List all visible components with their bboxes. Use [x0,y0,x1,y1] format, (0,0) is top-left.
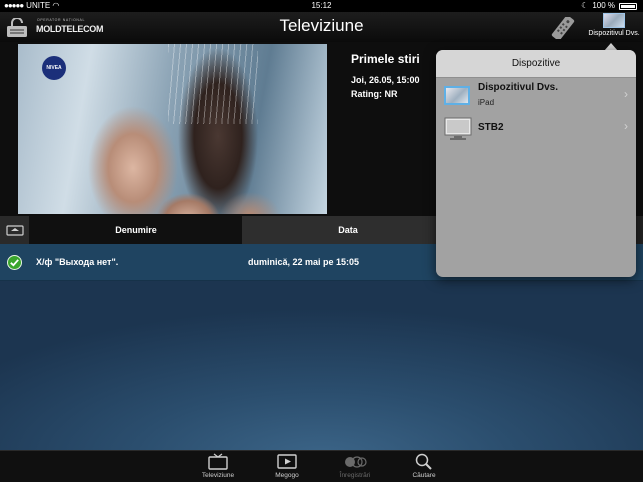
chevron-right-icon: › [624,119,628,133]
status-right: ☾ 100 % [581,0,637,12]
search-icon [415,453,432,470]
column-header-date[interactable]: Data [242,216,454,244]
status-time: 15:12 [311,1,332,10]
checkmark-icon [7,255,22,270]
devices-popover: Dispozitive Dispozitivul Dvs. iPad › STB… [436,50,636,277]
popover-title: Dispozitive [436,50,636,78]
chevron-right-icon: › [624,87,628,101]
ipad-icon [444,86,470,105]
program-date: Joi, 26.05, 15:00 [351,75,420,85]
battery-percent: 100 % [592,1,615,10]
video-player[interactable]: NIVEA [18,44,327,214]
remote-control-icon[interactable] [548,17,578,39]
moon-icon: ☾ [581,1,589,10]
device-name: STB2 [478,122,504,133]
program-rating: Rating: NR [351,89,398,99]
tab-megogo[interactable]: Megogo [259,453,315,479]
collapse-button[interactable] [0,216,30,244]
device-type: iPad [478,98,495,107]
tab-label: Televiziune [201,472,235,479]
tab-inregistrari[interactable]: Înregistrări [327,453,383,479]
column-header-name[interactable]: Denumire [30,216,242,244]
app-header: OPERATOR NAȚIONAL MOLDTELECOM Televiziun… [0,12,643,42]
tab-cautare[interactable]: Căutare [396,453,452,479]
device-selector-button[interactable]: Dispozitivul Dvs. [586,12,642,42]
eject-icon [6,225,24,236]
tab-label: Înregistrări [339,472,371,479]
play-icon [277,454,297,469]
device-item-stb2[interactable]: STB2 › [436,110,636,146]
channel-logo: NIVEA [42,56,66,80]
tab-label: Căutare [412,472,436,479]
tab-bar: Televiziune Megogo Înregistrări Căutare [0,450,643,482]
device-item-ipad[interactable]: Dispozitivul Dvs. iPad › [436,78,636,114]
battery-icon [619,2,637,10]
tv-icon [444,117,472,140]
page-title: Televiziune [279,16,364,35]
status-bar: ●●●●● UNITE ◠ 15:12 ☾ 100 % [0,0,643,12]
record-icon [345,456,367,468]
program-title: Primele stiri [351,52,420,66]
row-date: duminică, 22 mai pe 15:05 [248,257,360,267]
device-name: Dispozitivul Dvs. [478,82,559,93]
row-name: Х/ф "Выхода нет". [36,257,119,267]
video-frame-detail [168,44,258,124]
device-selector-label: Dispozitivul Dvs. [588,30,640,37]
ipad-icon [603,13,625,28]
tab-label: Megogo [275,472,299,479]
tv-icon [208,453,228,470]
tab-televiziune[interactable]: Televiziune [190,453,246,479]
